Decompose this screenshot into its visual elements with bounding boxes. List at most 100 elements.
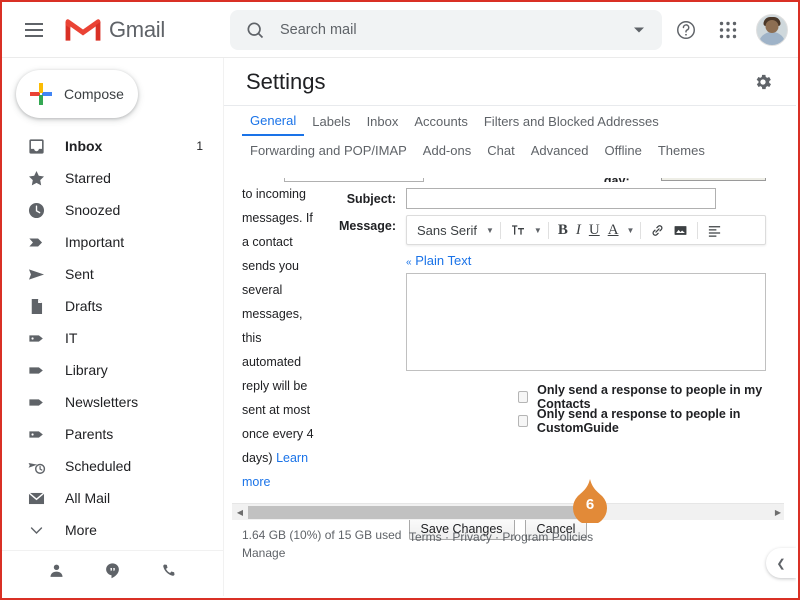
insert-link-icon[interactable]: [647, 218, 668, 242]
sidebar-item-scheduled[interactable]: Scheduled: [2, 450, 217, 482]
customguide-only-checkbox[interactable]: [518, 415, 528, 427]
toolbar-divider: [697, 222, 698, 239]
tab-forwarding-and-pop-imap[interactable]: Forwarding and POP/IMAP: [242, 135, 415, 165]
settings-tabs-row-2: Forwarding and POP/IMAP Add-ons Chat Adv…: [242, 136, 778, 164]
tab-accounts[interactable]: Accounts: [406, 106, 475, 136]
tab-labels[interactable]: Labels: [304, 106, 358, 136]
text-color-icon[interactable]: A: [605, 218, 622, 242]
italic-icon[interactable]: I: [573, 218, 584, 242]
text-size-chevron-down-icon[interactable]: ▼: [534, 226, 542, 235]
sidebar-item-label: Sent: [65, 266, 203, 282]
horizontal-scroll-thumb[interactable]: [248, 506, 598, 519]
settings-tabs: General Labels Inbox Accounts Filters an…: [224, 106, 796, 164]
sidebar-item-label: Library: [65, 362, 203, 378]
hamburger-icon[interactable]: [12, 8, 56, 52]
tab-themes[interactable]: Themes: [650, 135, 713, 165]
footer-separator: ·: [495, 530, 499, 544]
customguide-only-label[interactable]: Only send a response to people in Custom…: [537, 407, 766, 435]
search-input[interactable]: [272, 21, 624, 39]
sidebar-item-newsletters[interactable]: Newsletters: [2, 386, 217, 418]
help-question-icon[interactable]: [666, 10, 706, 50]
search-bar[interactable]: [230, 10, 662, 50]
contacts-person-icon[interactable]: [46, 560, 68, 582]
text-color-chevron-down-icon[interactable]: ▼: [627, 226, 635, 235]
vacation-fields: Subject: Message: Sans Serif ▼: [322, 182, 766, 494]
message-body-input[interactable]: [406, 273, 766, 371]
tab-inbox[interactable]: Inbox: [359, 106, 407, 136]
avatar[interactable]: [756, 14, 788, 46]
bold-icon[interactable]: B: [555, 218, 571, 242]
tab-offline[interactable]: Offline: [597, 135, 650, 165]
tab-filters-and-blocked-addresses[interactable]: Filters and Blocked Addresses: [476, 106, 667, 136]
phone-icon[interactable]: [158, 560, 180, 582]
inbox-icon: [26, 136, 46, 156]
top-bar: Gmail: [2, 2, 798, 58]
sidebar-item-parents[interactable]: Parents: [2, 418, 217, 450]
send-paperplane-icon: [26, 264, 46, 284]
gmail-brand[interactable]: Gmail: [64, 15, 165, 44]
font-family-chevron-down-icon[interactable]: ▼: [486, 226, 494, 235]
first-day-input[interactable]: [284, 178, 424, 182]
editor-toolbar: Sans Serif ▼ ▼ B I: [406, 215, 766, 245]
footer-separator: ·: [445, 530, 449, 544]
tab-general[interactable]: General: [242, 106, 304, 136]
sidebar-item-drafts[interactable]: Drafts: [2, 290, 217, 322]
horizontal-scrollbar[interactable]: ◀ ▶: [232, 503, 786, 520]
sidebar-item-snoozed[interactable]: Snoozed: [2, 194, 217, 226]
search-options-chevron-down-icon[interactable]: [624, 24, 654, 36]
hangouts-icon[interactable]: [102, 560, 124, 582]
sidebar-item-important[interactable]: Important: [2, 226, 217, 258]
sidebar-item-more[interactable]: More: [2, 514, 217, 546]
sidebar: Compose Inbox 1 Starred Snoozed: [2, 58, 224, 596]
gear-icon[interactable]: [750, 69, 776, 95]
toolbar-divider: [500, 222, 501, 239]
horizontal-scroll-track[interactable]: [248, 506, 770, 519]
plus-icon: [29, 82, 53, 106]
scheduled-clock-send-icon: [26, 456, 46, 476]
manage-storage-link[interactable]: Manage: [242, 546, 285, 560]
last-day-date-picker[interactable]: ◀▶: [661, 178, 766, 181]
sidebar-item-library[interactable]: Library: [2, 354, 217, 386]
vacation-responder-section: Last day: ◀▶ to incoming messages. If a …: [224, 178, 796, 596]
subject-input[interactable]: [406, 188, 716, 209]
tab-chat[interactable]: Chat: [479, 135, 522, 165]
scroll-left-arrow-icon[interactable]: ◀: [232, 504, 248, 521]
sidebar-item-it[interactable]: IT: [2, 322, 217, 354]
toolbar-divider: [640, 222, 641, 239]
collapse-panel-button[interactable]: ❮: [766, 548, 796, 578]
draft-page-icon: [26, 296, 46, 316]
chevron-left-icon: ❮: [776, 557, 785, 570]
insert-image-icon[interactable]: [670, 218, 691, 242]
plain-text-link[interactable]: « Plain Text: [406, 253, 471, 268]
align-left-icon[interactable]: [704, 218, 725, 242]
privacy-link[interactable]: Privacy: [452, 530, 491, 544]
settings-tabs-row-1: General Labels Inbox Accounts Filters an…: [242, 106, 778, 136]
vertical-scrollbar[interactable]: [784, 178, 796, 596]
brand-name: Gmail: [109, 17, 165, 43]
underline-icon[interactable]: U: [586, 218, 603, 242]
google-apps-grid-icon[interactable]: [708, 10, 748, 50]
sidebar-item-label: Snoozed: [65, 202, 203, 218]
program-policies-link[interactable]: Program Policies: [502, 530, 593, 544]
tab-advanced[interactable]: Advanced: [523, 135, 597, 165]
vacation-description: to incoming messages. If a contact sends…: [224, 182, 322, 494]
checkbox-row-contacts[interactable]: Only send a response to people in my Con…: [518, 385, 766, 409]
search-icon: [238, 13, 272, 47]
tab-add-ons[interactable]: Add-ons: [415, 135, 479, 165]
font-family-select[interactable]: Sans Serif: [411, 223, 481, 238]
subject-label: Subject:: [330, 188, 396, 206]
footer-links: Terms · Privacy · Program Policies: [409, 530, 593, 544]
subject-field-row: Subject:: [330, 188, 766, 209]
sidebar-item-starred[interactable]: Starred: [2, 162, 217, 194]
checkbox-row-customguide[interactable]: Only send a response to people in Custom…: [518, 409, 766, 433]
sidebar-item-all-mail[interactable]: All Mail: [2, 482, 217, 514]
message-editor: Sans Serif ▼ ▼ B I: [406, 215, 766, 371]
compose-button[interactable]: Compose: [16, 70, 138, 118]
text-size-icon[interactable]: [507, 218, 529, 242]
sidebar-footer: [2, 550, 223, 590]
sidebar-nav-list: Inbox 1 Starred Snoozed Important: [2, 130, 223, 546]
contacts-only-checkbox[interactable]: [518, 391, 528, 403]
terms-link[interactable]: Terms: [409, 530, 442, 544]
sidebar-item-sent[interactable]: Sent: [2, 258, 217, 290]
sidebar-item-inbox[interactable]: Inbox 1: [2, 130, 217, 162]
